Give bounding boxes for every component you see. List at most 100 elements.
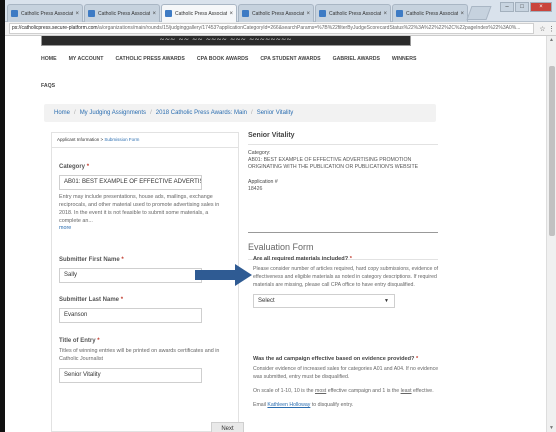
- email-text-b: to disqualify entry.: [310, 402, 354, 408]
- new-tab-button[interactable]: [466, 6, 492, 20]
- evaluation-form-title: Evaluation Form: [248, 242, 314, 252]
- close-tab-icon[interactable]: ×: [306, 11, 310, 17]
- scale-least: least: [400, 388, 412, 394]
- scroll-down-icon[interactable]: ▼: [549, 425, 554, 431]
- window-close-icon[interactable]: ×: [530, 2, 552, 12]
- required-marker: *: [121, 257, 124, 263]
- title-of-entry-field: Title of Entry * Titles of winning entri…: [59, 338, 229, 383]
- submission-form-link[interactable]: Submission Form: [104, 137, 139, 142]
- close-tab-icon[interactable]: ×: [229, 11, 233, 17]
- main-nav: HOME MY ACCOUNT CATHOLIC PRESS AWARDS CP…: [41, 56, 441, 89]
- scale-most: most: [315, 388, 327, 394]
- breadcrumb-awards-main[interactable]: 2018 Catholic Press Awards: Main: [156, 110, 247, 116]
- scale-text-a: On scale of 1-10, 10 is the: [253, 388, 315, 394]
- favicon-icon: [319, 10, 326, 17]
- first-name-input[interactable]: Sally: [59, 268, 202, 283]
- required-marker: *: [86, 164, 90, 170]
- title-of-entry-label: Title of Entry: [59, 338, 96, 344]
- last-name-field: Submitter Last Name * Evanson: [59, 297, 229, 323]
- window-controls: – □ ×: [500, 2, 552, 12]
- address-bar: ps://catholicpress.secure-platform.com/a…: [5, 22, 556, 36]
- site-banner: ~~~ ~~ ~~ ~~~~ ~~~ ~~~~~~~~: [41, 36, 411, 46]
- applicant-info-label: Applicant Information: [57, 137, 100, 142]
- breadcrumb: Home / My Judging Assignments / 2018 Catho…: [44, 104, 436, 122]
- entry-application-info: Application # 18426: [248, 179, 438, 193]
- card-header: Applicant Information > Submission Form: [52, 133, 238, 148]
- required-marker: *: [97, 338, 100, 344]
- browser-tab[interactable]: Catholic Press Associati ×: [238, 4, 314, 22]
- bookmark-star-icon[interactable]: ☆: [538, 25, 547, 33]
- scroll-up-icon[interactable]: ▲: [549, 37, 554, 43]
- pointer-arrow-icon: [195, 264, 252, 286]
- question-2-email-text: Email Kathleen Holloway to disqualify en…: [253, 401, 443, 409]
- question-2-scale-text: On scale of 1-10, 10 is the most effecti…: [253, 387, 443, 395]
- close-tab-icon[interactable]: ×: [75, 11, 79, 17]
- application-number-key: Application #: [248, 179, 278, 185]
- last-name-input[interactable]: Evanson: [59, 308, 202, 323]
- last-name-label: Submitter Last Name: [59, 297, 120, 303]
- browser-tab[interactable]: Catholic Press Associati ×: [7, 4, 83, 22]
- nav-cpa-book-awards[interactable]: CPA BOOK AWARDS: [197, 56, 248, 62]
- nav-gabriel-awards[interactable]: GABRIEL AWARDS: [333, 56, 380, 62]
- favicon-icon: [88, 10, 95, 17]
- breadcrumb-current: Senior Vitality: [256, 110, 294, 116]
- required-marker: *: [349, 256, 352, 262]
- email-contact-link[interactable]: Kathleen Holloway: [267, 402, 310, 408]
- required-marker: *: [416, 356, 419, 362]
- favicon-icon: [242, 10, 249, 17]
- nav-home[interactable]: HOME: [41, 56, 57, 62]
- scrollbar-thumb[interactable]: [549, 66, 555, 236]
- browser-menu-icon[interactable]: ⋮: [547, 25, 556, 33]
- close-tab-icon[interactable]: ×: [383, 11, 387, 17]
- minimize-icon[interactable]: –: [500, 2, 514, 12]
- favicon-icon: [396, 10, 403, 17]
- question-materials: Are all required materials included? * P…: [253, 256, 443, 308]
- title-help-text: Titles of winning entries will be printe…: [59, 348, 220, 362]
- tab-label: Catholic Press Associati: [252, 10, 305, 17]
- breadcrumb-home[interactable]: Home: [54, 110, 70, 116]
- maximize-icon[interactable]: □: [515, 2, 529, 12]
- next-button[interactable]: Next: [211, 422, 244, 432]
- browser-tab[interactable]: Catholic Press Associati ×: [315, 4, 391, 22]
- url-host: ps://catholicpress.secure-platform.com: [12, 25, 98, 31]
- select-value: Select: [258, 298, 275, 304]
- entry-category-info: Category: AB01: BEST EXAMPLE OF EFFECTIV…: [248, 150, 438, 171]
- browser-tab-active[interactable]: Catholic Press Associati ×: [161, 4, 237, 22]
- nav-my-account[interactable]: MY ACCOUNT: [69, 56, 104, 62]
- nav-winners[interactable]: WINNERS: [392, 56, 417, 62]
- entry-info-panel: Senior Vitality Category: AB01: BEST EXA…: [248, 132, 438, 193]
- browser-tab[interactable]: Catholic Press Associati ×: [84, 4, 160, 22]
- question-2-title: Was the ad campaign effective based on e…: [253, 356, 415, 362]
- entry-category-value: AB01: BEST EXAMPLE OF EFFECTIVE ADVERTIS…: [248, 157, 419, 170]
- scale-text-b: effective campaign and 1 is the: [326, 388, 401, 394]
- close-tab-icon[interactable]: ×: [460, 11, 464, 17]
- browser-tab[interactable]: Catholic Press Associati ×: [392, 4, 468, 22]
- url-field[interactable]: ps://catholicpress.secure-platform.com/a…: [9, 23, 534, 34]
- favicon-icon: [165, 10, 172, 17]
- nav-catholic-press-awards[interactable]: CATHOLIC PRESS AWARDS: [115, 56, 184, 62]
- breadcrumb-separator: /: [251, 110, 253, 116]
- question-1-select[interactable]: Select ▼: [253, 294, 395, 308]
- question-1-text: Please consider number of articles requi…: [253, 266, 439, 288]
- more-link[interactable]: more: [59, 225, 229, 231]
- question-1-title: Are all required materials included?: [253, 256, 349, 262]
- nav-cpa-student-awards[interactable]: CPA STUDENT AWARDS: [260, 56, 320, 62]
- email-text-a: Email: [253, 402, 268, 408]
- title-of-entry-input[interactable]: Senior Vitality: [59, 368, 202, 383]
- question-effectiveness: Was the ad campaign effective based on e…: [253, 356, 443, 409]
- tab-label: Catholic Press Associati: [175, 10, 228, 17]
- nav-faqs[interactable]: FAQS: [41, 83, 441, 89]
- breadcrumb-judging[interactable]: My Judging Assignments: [80, 110, 146, 116]
- breadcrumb-separator: /: [150, 110, 152, 116]
- entry-title: Senior Vitality: [248, 132, 438, 145]
- page-scrollbar[interactable]: ▲ ▼: [546, 36, 556, 432]
- category-input[interactable]: AB01: BEST EXAMPLE OF EFFECTIVE ADVERTIS…: [59, 175, 202, 190]
- favicon-icon: [11, 10, 18, 17]
- first-name-label: Submitter First Name: [59, 257, 120, 263]
- close-tab-icon[interactable]: ×: [152, 11, 156, 17]
- required-marker: *: [120, 297, 124, 303]
- banner-text: ~~~ ~~ ~~ ~~~~ ~~~ ~~~~~~~~: [159, 36, 293, 44]
- category-label: Category: [59, 164, 86, 170]
- web-page: ~~~ ~~ ~~ ~~~~ ~~~ ~~~~~~~~ HOME MY ACCO…: [5, 36, 546, 432]
- tab-label: Catholic Press Associati: [98, 10, 151, 17]
